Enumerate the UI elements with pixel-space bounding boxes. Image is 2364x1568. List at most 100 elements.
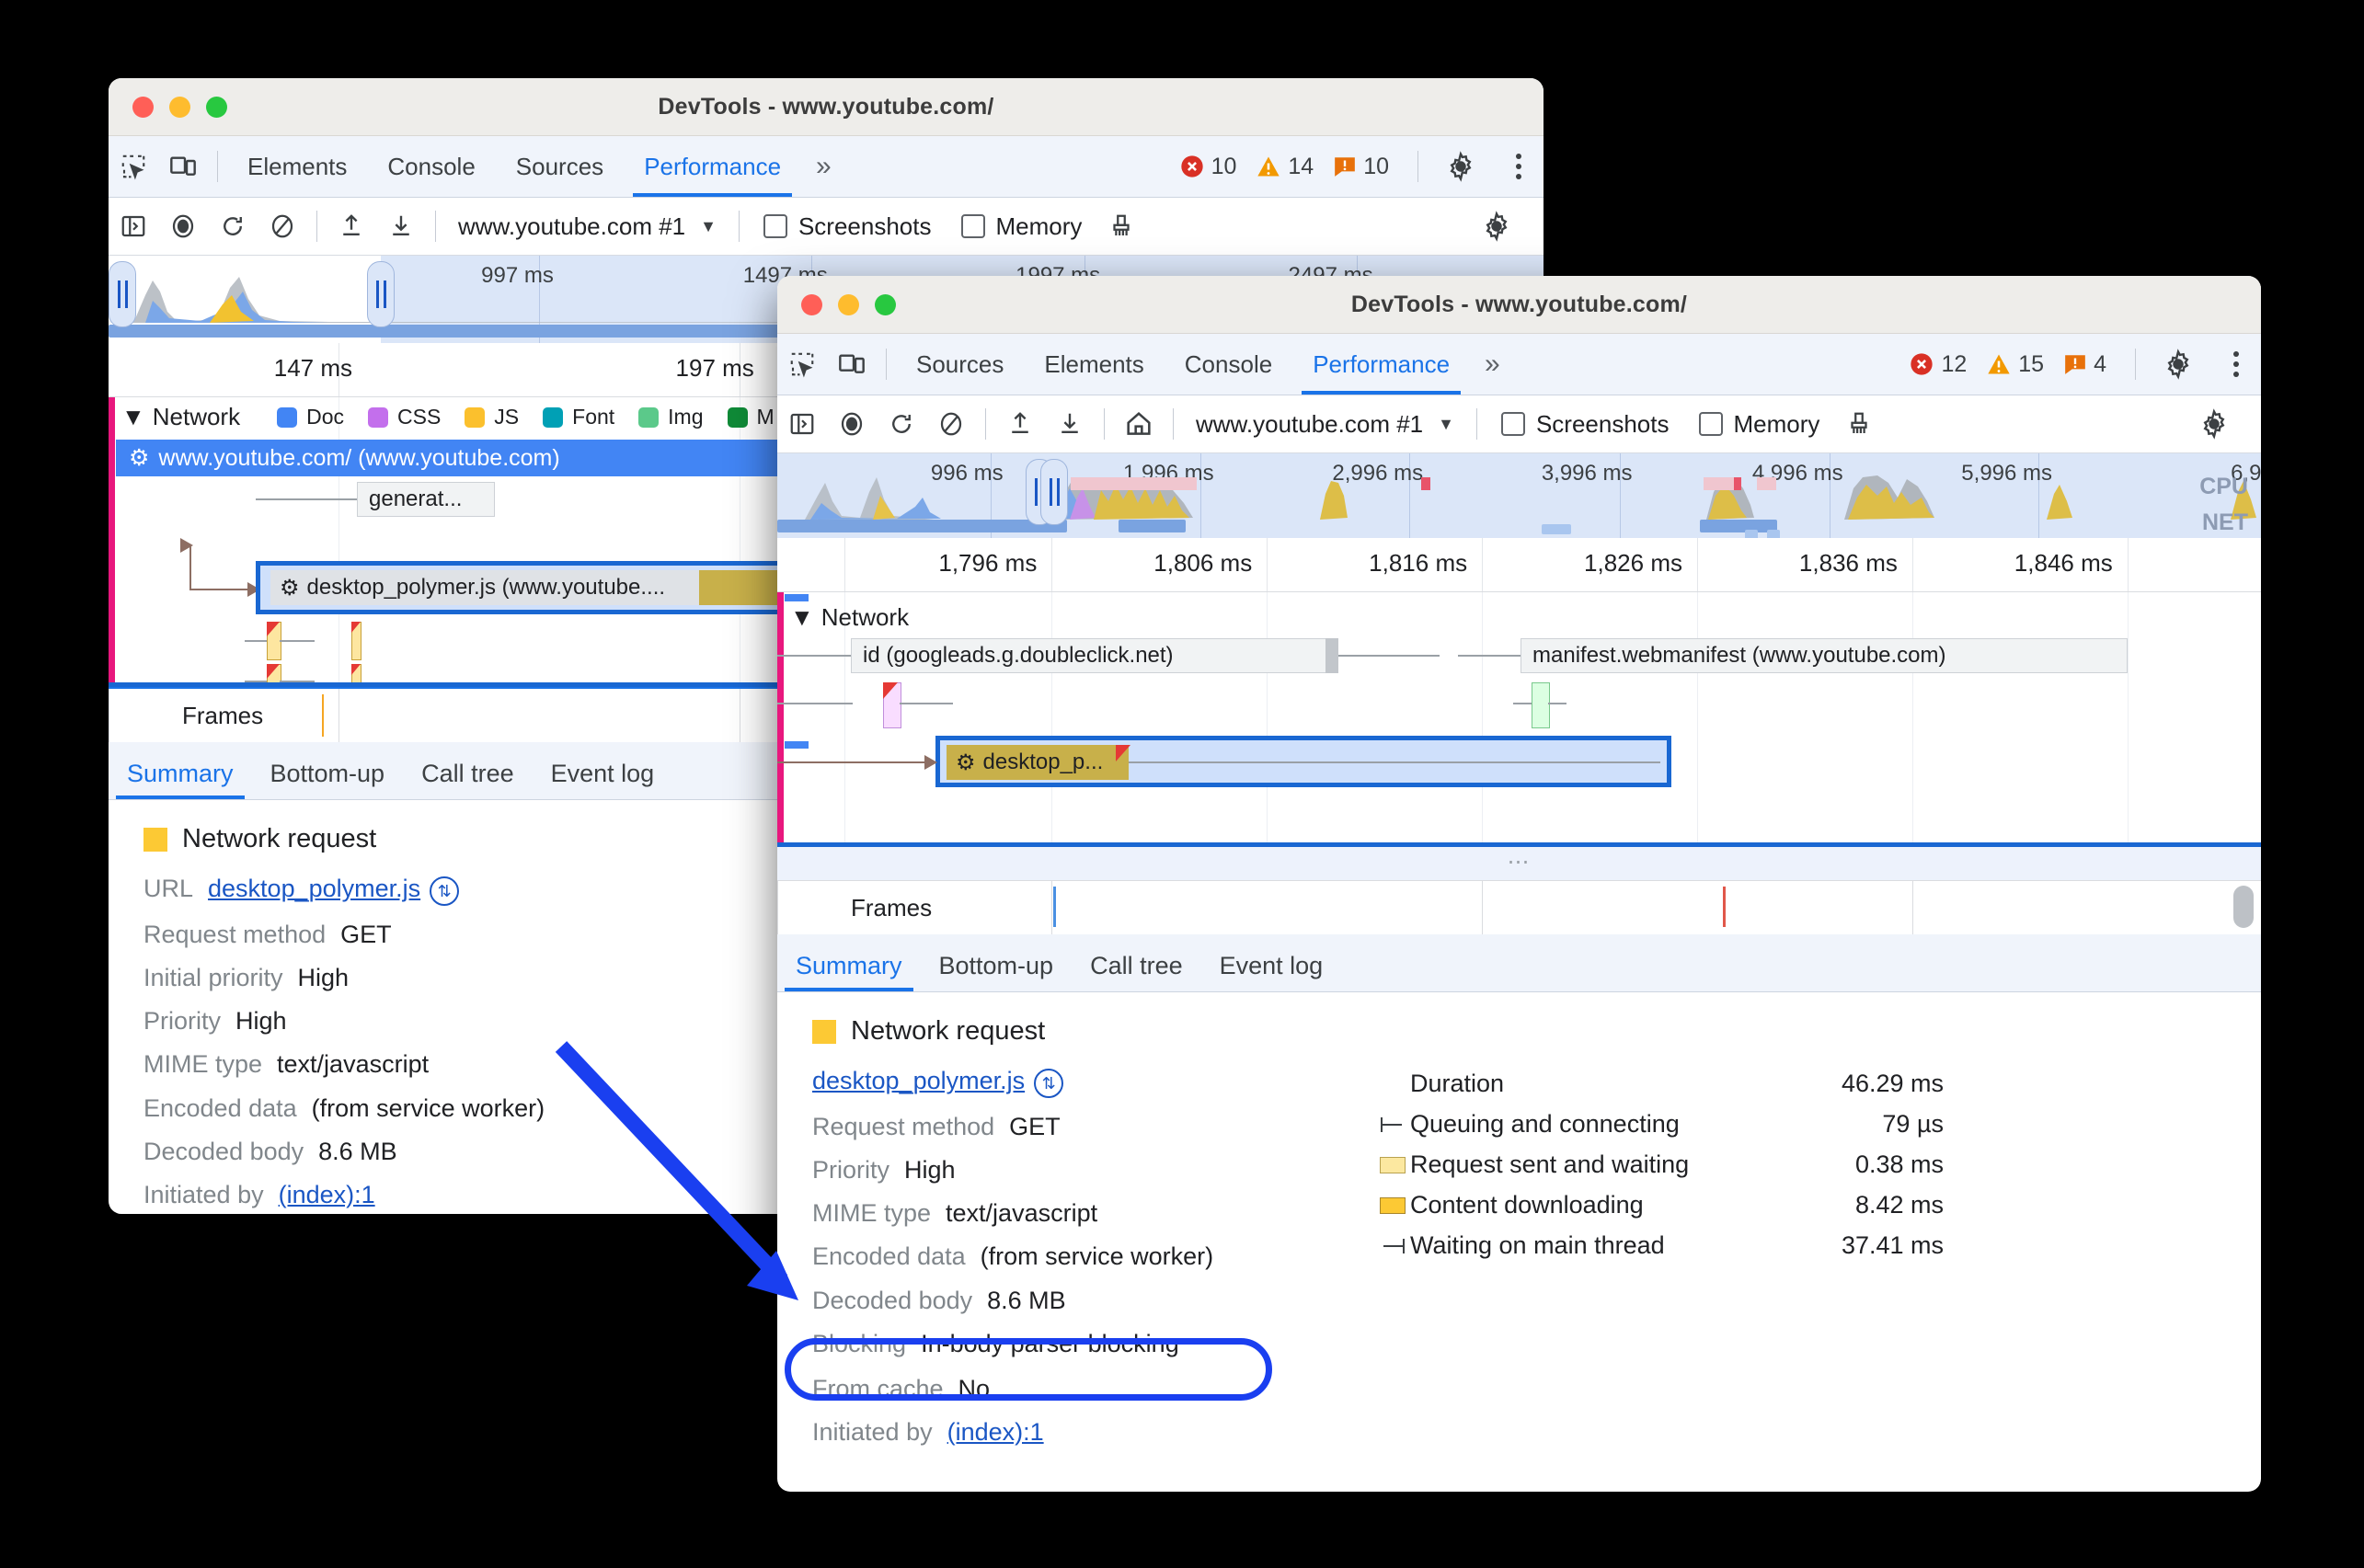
overview-right-handle[interactable] bbox=[367, 261, 395, 327]
maximize-window-button[interactable] bbox=[206, 96, 227, 118]
panel-tabs-front[interactable]: Sources Elements Console Performance bbox=[896, 334, 1470, 395]
capture-settings-gear-icon[interactable] bbox=[2189, 399, 2239, 449]
tab-call-tree[interactable]: Call tree bbox=[403, 760, 533, 799]
network-track-front[interactable]: ▼ Network id (googleads.g.doubleclick.ne… bbox=[777, 592, 2261, 847]
detail-tabs-front[interactable]: Summary Bottom-up Call tree Event log bbox=[777, 934, 2261, 992]
tab-sources[interactable]: Sources bbox=[496, 136, 624, 197]
traffic-lights-back[interactable] bbox=[132, 96, 227, 118]
error-counter[interactable]: 10 bbox=[1179, 154, 1236, 180]
error-counter[interactable]: 12 bbox=[1909, 351, 1967, 378]
tab-console[interactable]: Console bbox=[367, 136, 495, 197]
reload-and-record-icon[interactable] bbox=[208, 201, 258, 251]
field-value-link[interactable]: (index):1 bbox=[947, 1418, 1044, 1447]
overview-right-handle[interactable] bbox=[1040, 459, 1068, 525]
warning-counter[interactable]: 15 bbox=[1986, 351, 2044, 378]
download-profile-icon[interactable] bbox=[1045, 399, 1095, 449]
clear-icon[interactable] bbox=[926, 399, 976, 449]
close-window-button[interactable] bbox=[132, 96, 154, 118]
download-profile-icon[interactable] bbox=[376, 201, 426, 251]
tab-event-log[interactable]: Event log bbox=[533, 760, 673, 799]
inspect-element-icon[interactable] bbox=[777, 339, 827, 389]
field-value-link[interactable]: (index):1 bbox=[279, 1181, 375, 1209]
record-icon[interactable] bbox=[158, 201, 208, 251]
chevron-down-icon[interactable]: ▼ bbox=[700, 217, 717, 236]
inspect-element-icon[interactable] bbox=[109, 142, 158, 191]
collect-garbage-icon[interactable] bbox=[1834, 399, 1884, 449]
devtools-tabstrip-back[interactable]: Elements Console Sources Performance » 1… bbox=[109, 136, 1543, 198]
home-icon[interactable] bbox=[1114, 399, 1164, 449]
issue-counters-back[interactable]: 10 14 10 bbox=[1179, 142, 1543, 191]
performance-toolbar-back[interactable]: www.youtube.com #1 ▼ Screenshots Memory bbox=[109, 198, 1543, 256]
panel-tabs-back[interactable]: Elements Console Sources Performance bbox=[227, 136, 801, 197]
tab-call-tree[interactable]: Call tree bbox=[1072, 952, 1201, 991]
devtools-window-front[interactable]: DevTools - www.youtube.com/ Sources Elem… bbox=[777, 276, 2261, 1492]
toggle-sidebar-icon[interactable] bbox=[777, 399, 827, 449]
checkbox-box[interactable] bbox=[763, 214, 787, 238]
overview-left-handle[interactable] bbox=[109, 261, 136, 327]
tab-summary[interactable]: Summary bbox=[777, 952, 921, 991]
recording-selector-back[interactable]: www.youtube.com #1 ▼ bbox=[445, 212, 729, 241]
clear-icon[interactable] bbox=[258, 201, 307, 251]
upload-profile-icon[interactable] bbox=[995, 399, 1045, 449]
tab-bottom-up[interactable]: Bottom-up bbox=[921, 952, 1073, 991]
memory-checkbox[interactable]: Memory bbox=[960, 212, 1082, 241]
maximize-window-button[interactable] bbox=[875, 293, 896, 315]
chevron-down-icon[interactable]: ▼ bbox=[1438, 415, 1454, 434]
issue-counter[interactable]: 10 bbox=[1333, 154, 1389, 180]
capture-settings-gear-icon[interactable] bbox=[1472, 201, 1521, 251]
toggle-sidebar-icon[interactable] bbox=[109, 201, 158, 251]
tab-sources[interactable]: Sources bbox=[896, 334, 1024, 395]
network-track-header[interactable]: ▼ Network bbox=[790, 603, 909, 632]
tab-bottom-up[interactable]: Bottom-up bbox=[252, 760, 404, 799]
minimize-window-button[interactable] bbox=[169, 96, 190, 118]
warning-counter[interactable]: 14 bbox=[1256, 154, 1314, 180]
network-row-generated[interactable]: generat... bbox=[357, 482, 495, 517]
screenshots-checkbox[interactable]: Screenshots bbox=[763, 212, 932, 241]
recording-selector-front[interactable]: www.youtube.com #1 ▼ bbox=[1183, 410, 1467, 439]
issue-counters-front[interactable]: 12 15 4 bbox=[1909, 339, 2261, 389]
tab-summary[interactable]: Summary bbox=[109, 760, 252, 799]
close-window-button[interactable] bbox=[801, 293, 822, 315]
device-toolbar-icon[interactable] bbox=[158, 142, 208, 191]
more-options-icon[interactable] bbox=[1494, 142, 1543, 191]
checkbox-box[interactable] bbox=[1500, 412, 1525, 436]
expand-triangle-icon[interactable]: ▼ bbox=[121, 403, 145, 431]
chevron-double-right-icon[interactable]: » bbox=[1470, 349, 1511, 380]
tab-performance[interactable]: Performance bbox=[624, 136, 801, 197]
reveal-in-network-icon[interactable]: ⇅ bbox=[430, 876, 460, 907]
network-row-manifest[interactable]: manifest.webmanifest (www.youtube.com) bbox=[1521, 638, 2128, 673]
record-icon[interactable] bbox=[827, 399, 877, 449]
network-row-desktop-polymer[interactable]: ⚙ desktop_p... bbox=[947, 745, 1129, 780]
devtools-tabstrip-front[interactable]: Sources Elements Console Performance » 1… bbox=[777, 334, 2261, 395]
frames-track-front[interactable]: Frames bbox=[777, 881, 2261, 934]
reload-and-record-icon[interactable] bbox=[877, 399, 926, 449]
reveal-in-network-icon[interactable]: ⇅ bbox=[1034, 1069, 1064, 1099]
gear-icon[interactable] bbox=[2153, 339, 2203, 389]
timeline-overview-front[interactable]: 996 ms 1,996 ms 2,996 ms 3,996 ms 4,996 … bbox=[777, 453, 2261, 538]
performance-toolbar-front[interactable]: www.youtube.com #1 ▼ Screenshots Memory bbox=[777, 395, 2261, 453]
vertical-scrollbar-thumb[interactable] bbox=[2233, 886, 2254, 928]
chevron-double-right-icon[interactable]: » bbox=[801, 151, 843, 182]
minimize-window-button[interactable] bbox=[838, 293, 859, 315]
field-value-link[interactable]: desktop_polymer.js bbox=[208, 875, 420, 903]
track-resizer[interactable]: ⋯ bbox=[777, 847, 2261, 881]
device-toolbar-icon[interactable] bbox=[827, 339, 877, 389]
memory-checkbox[interactable]: Memory bbox=[1698, 410, 1819, 439]
upload-profile-icon[interactable] bbox=[327, 201, 376, 251]
gear-icon[interactable] bbox=[1436, 142, 1486, 191]
issue-counter[interactable]: 4 bbox=[2063, 351, 2106, 378]
tab-event-log[interactable]: Event log bbox=[1201, 952, 1342, 991]
tab-performance[interactable]: Performance bbox=[1292, 334, 1470, 395]
checkbox-box[interactable] bbox=[1698, 412, 1723, 436]
more-options-icon[interactable] bbox=[2211, 339, 2261, 389]
expand-triangle-icon[interactable]: ▼ bbox=[790, 603, 814, 632]
screenshots-checkbox[interactable]: Screenshots bbox=[1500, 410, 1670, 439]
network-row-doubleclick[interactable]: id (googleads.g.doubleclick.net) bbox=[851, 638, 1329, 673]
tab-console[interactable]: Console bbox=[1165, 334, 1292, 395]
collect-garbage-icon[interactable] bbox=[1096, 201, 1146, 251]
network-track-header[interactable]: ▼ Network bbox=[121, 403, 240, 431]
tab-elements[interactable]: Elements bbox=[227, 136, 367, 197]
traffic-lights-front[interactable] bbox=[801, 293, 896, 315]
request-url-link[interactable]: desktop_polymer.js bbox=[812, 1067, 1025, 1095]
checkbox-box[interactable] bbox=[960, 214, 985, 238]
